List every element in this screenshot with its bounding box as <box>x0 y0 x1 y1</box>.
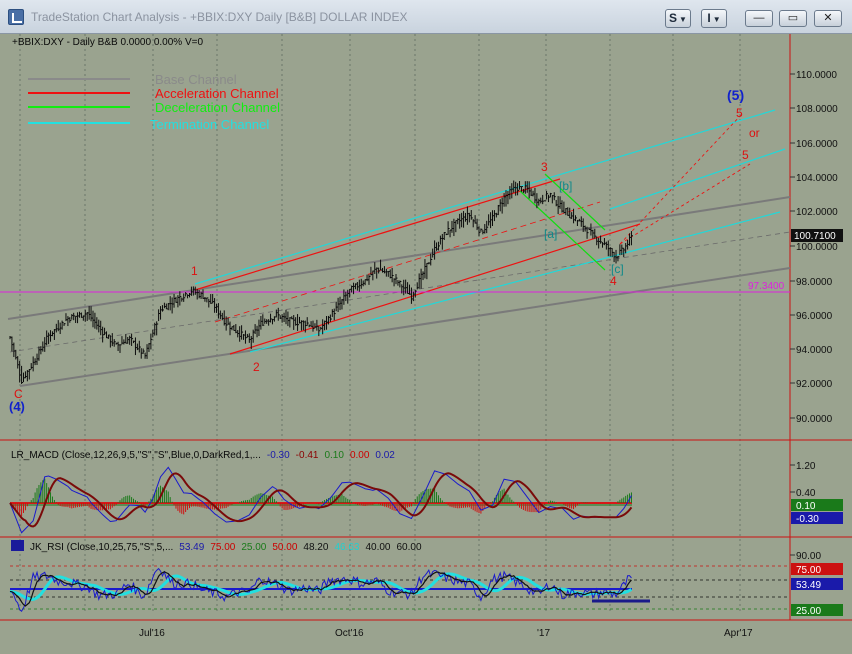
magenta-level-label: 97.3400 <box>748 281 785 292</box>
y-tick: 98.0000 <box>796 277 833 288</box>
wave-label-b: [b] <box>559 179 572 193</box>
y-tick: 94.0000 <box>796 345 833 356</box>
macd-val-0: -0.30 <box>267 450 290 461</box>
rsi-val-4: 48.20 <box>303 542 328 553</box>
price-header: +BBIX:DXY - Daily B&B 0.0000 0.00% V=0 <box>12 37 203 48</box>
s-label: S <box>669 11 678 25</box>
legend-term-label: Termination Channel <box>150 117 269 132</box>
macd-y-tick: 1.20 <box>796 461 816 472</box>
macd-val-4: 0.02 <box>375 450 395 461</box>
macd-val-3: 0.00 <box>350 450 370 461</box>
wave-label-2: 2 <box>253 360 260 374</box>
rsi-tag-blue-value: 53.49 <box>796 580 821 591</box>
rsi-val-2: 25.00 <box>241 542 266 553</box>
wave-label-5a: 5 <box>736 106 743 120</box>
rsi-header-prefix: JK_RSI (Close,10,25,75,"S",5,... <box>30 542 173 553</box>
legend-accel-label: Acceleration Channel <box>155 86 279 101</box>
wave-label-a: [a] <box>544 227 557 241</box>
y-tick: 106.0000 <box>796 139 838 150</box>
chart-window: TradeStation Chart Analysis - +BBIX:DXY … <box>0 0 852 654</box>
window-title: TradeStation Chart Analysis - +BBIX:DXY … <box>31 10 408 24</box>
y-tick: 90.0000 <box>796 414 833 425</box>
rsi-val-6: 40.00 <box>365 542 390 553</box>
y-tick: 110.0000 <box>796 70 837 81</box>
rsi-tag-red-value: 75.00 <box>796 565 821 576</box>
macd-header: LR_MACD (Close,12,26,9,5,"S","S",Blue,0,… <box>11 450 395 461</box>
y-tick: 96.0000 <box>796 311 833 322</box>
y-tick: 104.0000 <box>796 173 838 184</box>
y-tick: 108.0000 <box>796 104 838 115</box>
macd-tag-blue-value: -0.30 <box>796 514 819 525</box>
macd-tag-green-value: 0.10 <box>796 501 816 512</box>
i-menu-button[interactable]: I ▼ <box>701 9 727 28</box>
x-tick-jul16: Jul'16 <box>139 628 165 639</box>
x-tick-oct16: Oct'16 <box>335 628 364 639</box>
wave-label-c-bracket: [c] <box>611 262 624 276</box>
chevron-down-icon: ▼ <box>679 15 687 24</box>
macd-val-2: 0.10 <box>324 450 344 461</box>
wave-label-5b: 5 <box>742 148 749 162</box>
rsi-val-1: 75.00 <box>210 542 235 553</box>
legend-decel-label: Deceleration Channel <box>155 100 280 115</box>
minimize-button[interactable]: — <box>745 10 773 27</box>
legend-base-label: Base Channel <box>155 72 237 87</box>
x-tick-17: '17 <box>537 628 550 639</box>
wave-label-4-paren: (4) <box>9 399 25 414</box>
wave-label-or: or <box>749 126 760 140</box>
y-tick: 92.0000 <box>796 379 833 390</box>
s-menu-button[interactable]: S ▼ <box>665 9 691 28</box>
rsi-y-tick: 90.00 <box>796 551 821 562</box>
macd-val-1: -0.41 <box>296 450 319 461</box>
wave-label-1: 1 <box>191 264 198 278</box>
chart-area[interactable]: +BBIX:DXY - Daily B&B 0.0000 0.00% V=0 B… <box>0 34 852 654</box>
chart-background <box>0 34 852 654</box>
wave-label-4: 4 <box>610 274 617 288</box>
wave-label-5-paren: (5) <box>727 87 744 103</box>
rsi-val-5: 46.63 <box>334 542 359 553</box>
y-tick: 100.0000 <box>796 242 838 253</box>
chart-app-icon <box>8 9 24 25</box>
x-tick-apr17: Apr'17 <box>724 628 753 639</box>
restore-button[interactable]: ▭ <box>779 10 807 27</box>
y-tick: 102.0000 <box>796 207 838 218</box>
macd-header-prefix: LR_MACD (Close,12,26,9,5,"S","S",Blue,0,… <box>11 450 261 461</box>
i-label: I <box>707 11 711 25</box>
chevron-down-icon: ▼ <box>712 15 721 24</box>
close-button[interactable]: ✕ <box>814 10 842 27</box>
macd-y-tick: 0.40 <box>796 488 816 499</box>
title-bar: TradeStation Chart Analysis - +BBIX:DXY … <box>0 0 852 34</box>
rsi-val-7: 60.00 <box>397 542 422 553</box>
rsi-val-3: 50.00 <box>272 542 297 553</box>
rsi-indicator-icon <box>11 540 24 551</box>
last-price-value: 100.7100 <box>794 231 836 242</box>
rsi-tag-green-value: 25.00 <box>796 606 821 617</box>
rsi-val-0: 53.49 <box>179 542 204 553</box>
wave-label-3: 3 <box>541 160 548 174</box>
